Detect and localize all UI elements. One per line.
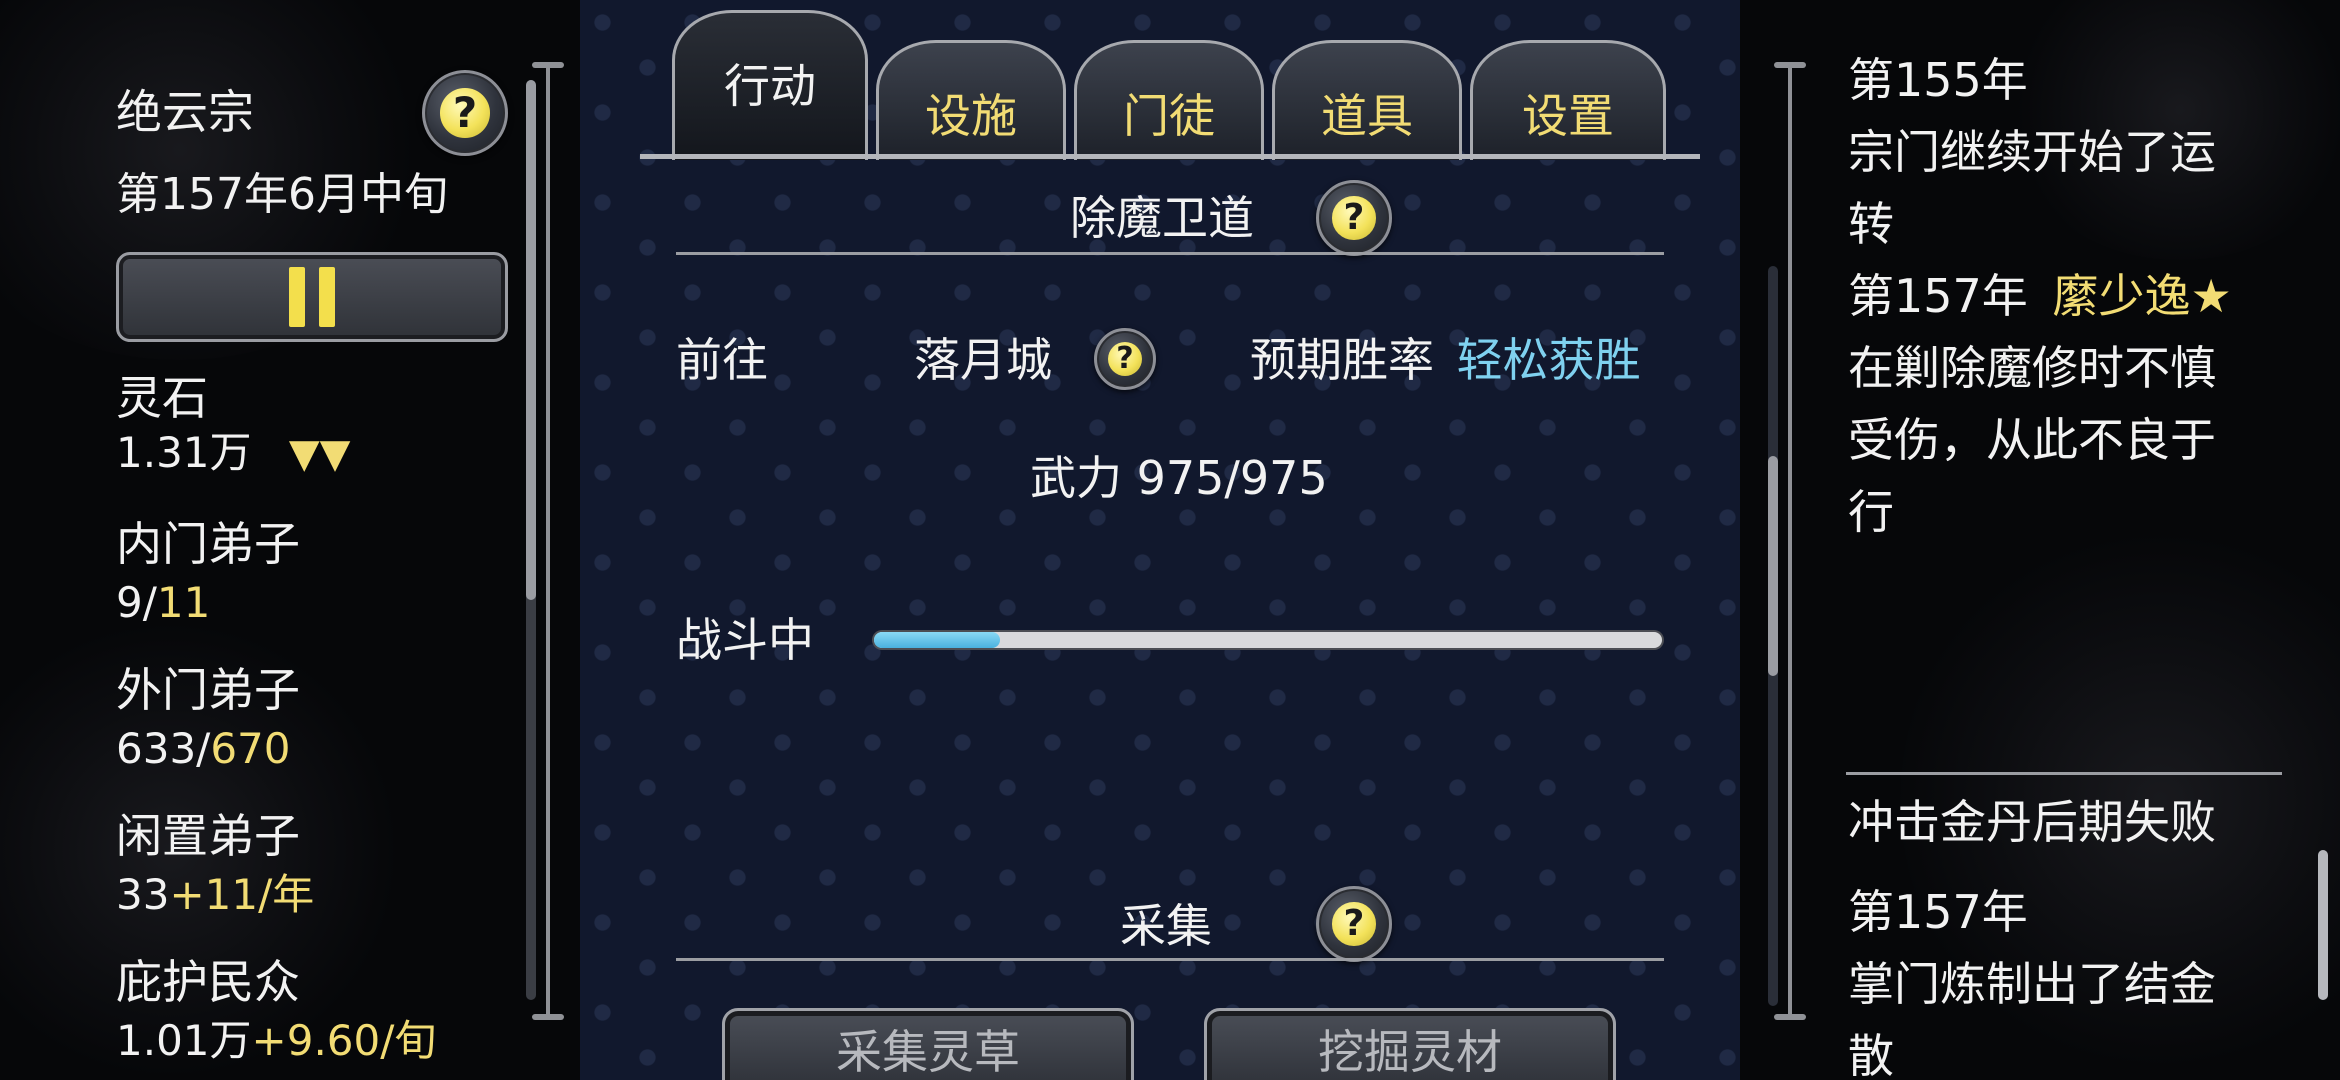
outer-disciples-value: 633/670 [116, 724, 291, 773]
decrease-trend-icon: ▼▼ [288, 431, 351, 477]
question-mark-icon: ? [1107, 341, 1143, 377]
question-mark-icon: ? [1332, 196, 1376, 240]
tab-facilities[interactable]: 设施 [876, 0, 1066, 160]
win-rate-row: 预期胜率 轻松获胜 [1250, 332, 1641, 388]
question-mark-icon: ? [1332, 902, 1376, 946]
left-divider [546, 64, 550, 1020]
log-entry-year: 第155年 [1848, 53, 2028, 107]
idle-disciples-value: 33+11/年 [116, 870, 315, 919]
tab-items[interactable]: 道具 [1272, 0, 1462, 160]
sect-name: 绝云宗 [116, 85, 254, 139]
tab-settings[interactable]: 设置 [1470, 0, 1666, 160]
disciple-name-link[interactable]: 縻少逸★ [2052, 269, 2231, 323]
idle-disciples-label: 闲置弟子 [116, 809, 300, 863]
tab-baseline [640, 154, 1700, 159]
pause-icon [289, 267, 305, 327]
demon-hunt-help-button[interactable]: ? [1316, 180, 1392, 256]
power-value: 武力 975/975 [1030, 451, 1328, 505]
destination-help-button[interactable]: ? [1094, 328, 1156, 390]
inner-disciples-value: 9/11 [116, 578, 211, 627]
sect-help-button[interactable]: ? [422, 70, 508, 156]
gather-herbs-button[interactable]: 采集灵草 [722, 1008, 1134, 1080]
log-entry-text: 转 [1848, 197, 1894, 251]
question-mark-icon: ? [440, 88, 490, 138]
spirit-stone-row: 1.31万 ▼▼ [116, 428, 350, 479]
dig-materials-button[interactable]: 挖掘灵材 [1204, 1008, 1616, 1080]
tab-action[interactable]: 行动 [672, 0, 868, 160]
game-date: 第157年6月中旬 [116, 169, 448, 220]
destination-link[interactable]: 落月城 [914, 332, 1052, 388]
sect-status-panel: 绝云宗 ? 第157年6月中旬 灵石 1.31万 ▼▼ 内门弟子 9/11 外门… [0, 0, 564, 1080]
log-entry-year: 第157年 [1848, 269, 2028, 323]
protected-people-value: 1.01万+9.60/旬 [116, 1016, 437, 1065]
spirit-stone-value: 1.31万 [116, 428, 252, 477]
spirit-stone-label: 灵石 [116, 371, 208, 425]
inner-disciples-label: 内门弟子 [116, 517, 300, 571]
log-entry-text: 散 [1848, 1029, 1894, 1080]
log-entry-text: 行 [1848, 485, 1894, 539]
goto-label: 前往 [676, 333, 768, 387]
win-rate-value: 轻松获胜 [1456, 333, 1641, 387]
battle-progress-bar [874, 632, 1662, 648]
outer-disciples-label: 外门弟子 [116, 663, 300, 717]
log-scrollbar-thumb[interactable] [2318, 850, 2328, 1000]
event-log-panel: 第155年 宗门继续开始了运 转 第157年 縻少逸★ 在剿除魔修时不慎 受伤，… [1760, 0, 2340, 1080]
pause-button[interactable] [116, 252, 508, 342]
gather-help-button[interactable]: ? [1316, 886, 1392, 962]
log-scrollbar[interactable] [2318, 850, 2328, 1000]
section-divider [676, 252, 1664, 255]
log-lower-title: 冲击金丹后期失败 [1848, 795, 2216, 849]
log-entry-text: 在剿除魔修时不慎 [1848, 341, 2216, 395]
win-rate-label: 预期胜率 [1250, 333, 1434, 387]
log-divider [1846, 772, 2282, 775]
tab-disciples[interactable]: 门徒 [1074, 0, 1264, 160]
protected-people-label: 庇护民众 [116, 955, 300, 1009]
log-entry-text: 掌门炼制出了结金 [1848, 957, 2216, 1011]
section-title-demon-hunt: 除魔卫道 [1070, 191, 1254, 245]
battle-progress-fill [874, 632, 1001, 648]
log-entry-text: 受伤，从此不良于 [1848, 413, 2216, 467]
log-entry-text: 宗门继续开始了运 [1848, 125, 2216, 179]
battle-status-label: 战斗中 [676, 613, 814, 667]
section-title-gather: 采集 [1120, 899, 1212, 953]
log-entry-header: 第157年 縻少逸★ [1848, 260, 2232, 332]
log-entry-year: 第157年 [1848, 885, 2028, 939]
section-divider [676, 958, 1664, 961]
left-scrollbar[interactable] [526, 80, 536, 1000]
left-scrollbar-thumb[interactable] [526, 80, 536, 600]
